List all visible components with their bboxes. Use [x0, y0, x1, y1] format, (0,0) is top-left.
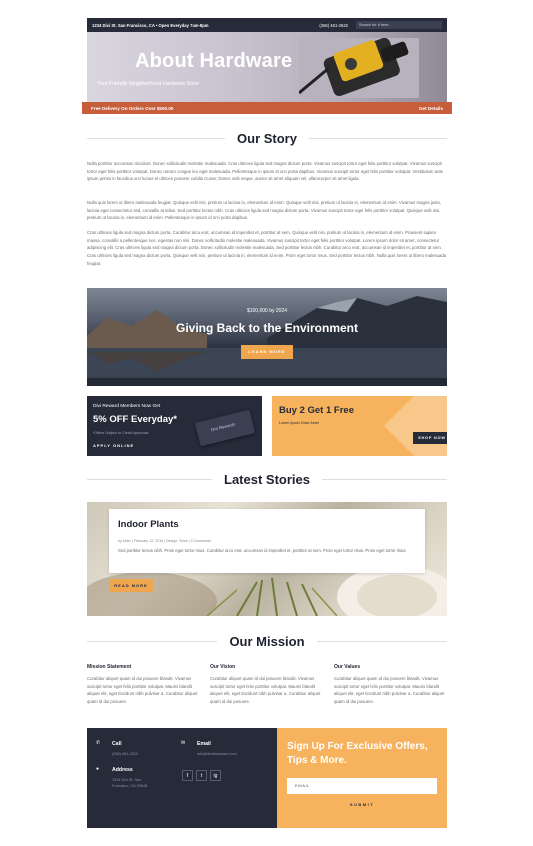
phone-icon: ✆ — [96, 740, 101, 746]
values-column-title: Our Values — [334, 664, 361, 670]
rewards-promo: Divi Reward Members Now Get 5% OFF Every… — [87, 396, 262, 456]
arrow-shape-body — [414, 396, 447, 456]
hero-subtitle: Your Friendly Neighborhood Hardware Stor… — [97, 81, 200, 87]
mission-column: Mission Statement Curabitur aliquet quam… — [87, 664, 199, 706]
our-story-heading: Our Story — [87, 131, 447, 146]
footer-signup: Sign Up For Exclusive Offers, Tips & Mor… — [277, 728, 447, 828]
address-label: Address — [112, 767, 133, 773]
email-value[interactable]: info@divihardware.com — [197, 751, 237, 757]
divider — [308, 138, 447, 139]
deal-promo: Buy 2 Get 1 Free Lorem Ipsum Dolor Amet … — [272, 396, 447, 456]
mission-column-title: Mission Statement — [87, 664, 132, 670]
learn-more-button[interactable]: LEARN MORE — [241, 345, 293, 359]
story-featured: Indoor Plants by elder | February 12, 20… — [87, 502, 447, 616]
address-line-2: Francisco, CA 93548 — [112, 784, 148, 788]
hero-banner: About Hardware Your Friendly Neighborhoo… — [87, 32, 447, 102]
lake-image — [87, 296, 447, 386]
location-icon: ● — [96, 766, 100, 772]
call-value[interactable]: (256) 461-2622 — [112, 751, 138, 757]
latest-stories-heading: Latest Stories — [87, 472, 448, 487]
vision-column-title: Our Vision — [210, 664, 236, 670]
vision-column-text: Curabitur aliquet quam id dui posuere bl… — [210, 676, 321, 705]
page: 1234 Divi St. San Francisco, CA • Open E… — [0, 0, 533, 846]
drill-image — [299, 38, 419, 98]
store-address: 1234 Divi St. San Francisco, CA • Open E… — [92, 22, 209, 28]
email-field[interactable]: EMAIL — [287, 778, 437, 794]
read-more-button[interactable]: READ MORE — [109, 579, 153, 592]
post-meta: by elder | February 12, 2018 | Design, S… — [118, 539, 212, 543]
divider — [87, 479, 213, 480]
divider — [87, 641, 218, 642]
arrow-shape — [384, 396, 414, 456]
get-details-link[interactable]: Get Details — [419, 106, 443, 111]
environment-title: Giving Back to the Environment — [175, 321, 359, 335]
email-icon: ✉ — [181, 740, 186, 746]
our-mission-heading: Our Mission — [87, 634, 447, 649]
rewards-offer: 5% OFF Everyday* — [93, 414, 177, 425]
divider — [316, 641, 447, 642]
shop-now-button[interactable]: SHOP NOW — [413, 432, 447, 444]
story-paragraph-3: Cras ultricies ligula sed magna dictum p… — [87, 230, 447, 266]
mission-column-text: Curabitur aliquet quam id dui posuere bl… — [87, 676, 198, 705]
post-title[interactable]: Indoor Plants — [118, 519, 179, 530]
twitter-icon[interactable]: t — [196, 770, 207, 781]
rewards-heading: Divi Reward Members Now Get — [93, 404, 161, 409]
divider — [322, 479, 448, 480]
post-card: Indoor Plants by elder | February 12, 20… — [109, 509, 425, 573]
rewards-fine-print: *Offers Subject to Credit Approvals — [93, 431, 149, 435]
top-bar: 1234 Divi St. San Francisco, CA • Open E… — [87, 18, 447, 32]
values-column: Our Values Curabitur aliquet quam id dui… — [334, 664, 446, 706]
card-label: Divi Rewards — [210, 421, 236, 433]
rewards-card-image: Divi Rewards — [194, 409, 256, 447]
search-input[interactable]: Search for It here... — [356, 21, 442, 29]
values-column-text: Curabitur aliquet quam id dui posuere bl… — [334, 676, 445, 705]
story-paragraph-1: Nulla porttitor accumsan tincidunt. Done… — [87, 161, 444, 182]
facebook-icon[interactable]: f — [182, 770, 193, 781]
signup-title: Sign Up For Exclusive Offers, Tips & Mor… — [287, 741, 428, 766]
delivery-bar: Free Delivery On Orders Over $500.00 Get… — [82, 102, 452, 114]
story-paragraph-2: Nulla quis lorem ut libero malesuada feu… — [87, 200, 442, 221]
deal-subtitle: Lorem Ipsum Dolor Amet — [279, 421, 319, 425]
store-phone[interactable]: (256) 461-2622 — [319, 23, 348, 28]
deal-title: Buy 2 Get 1 Free — [279, 405, 354, 416]
environment-amount: $100,000 by 2024 — [246, 308, 288, 314]
hero-title: About Hardware — [135, 50, 293, 72]
apply-online-link[interactable]: APPLY ONLINE — [93, 443, 134, 448]
section-title: Our Story — [237, 131, 297, 146]
section-title: Latest Stories — [224, 472, 310, 487]
post-excerpt: Sed porttitor lectus nibh. Proin eget to… — [118, 548, 407, 553]
divider — [87, 138, 226, 139]
call-label: Call — [112, 741, 122, 747]
instagram-icon[interactable]: ig — [210, 770, 221, 781]
email-label: Email — [197, 741, 211, 747]
vision-column: Our Vision Curabitur aliquet quam id dui… — [210, 664, 322, 706]
environment-banner: $100,000 by 2024 Giving Back to the Envi… — [87, 288, 447, 386]
submit-button[interactable]: SUBMIT — [287, 802, 437, 807]
delivery-text: Free Delivery On Orders Over $500.00 — [91, 105, 174, 111]
section-title: Our Mission — [229, 634, 305, 649]
